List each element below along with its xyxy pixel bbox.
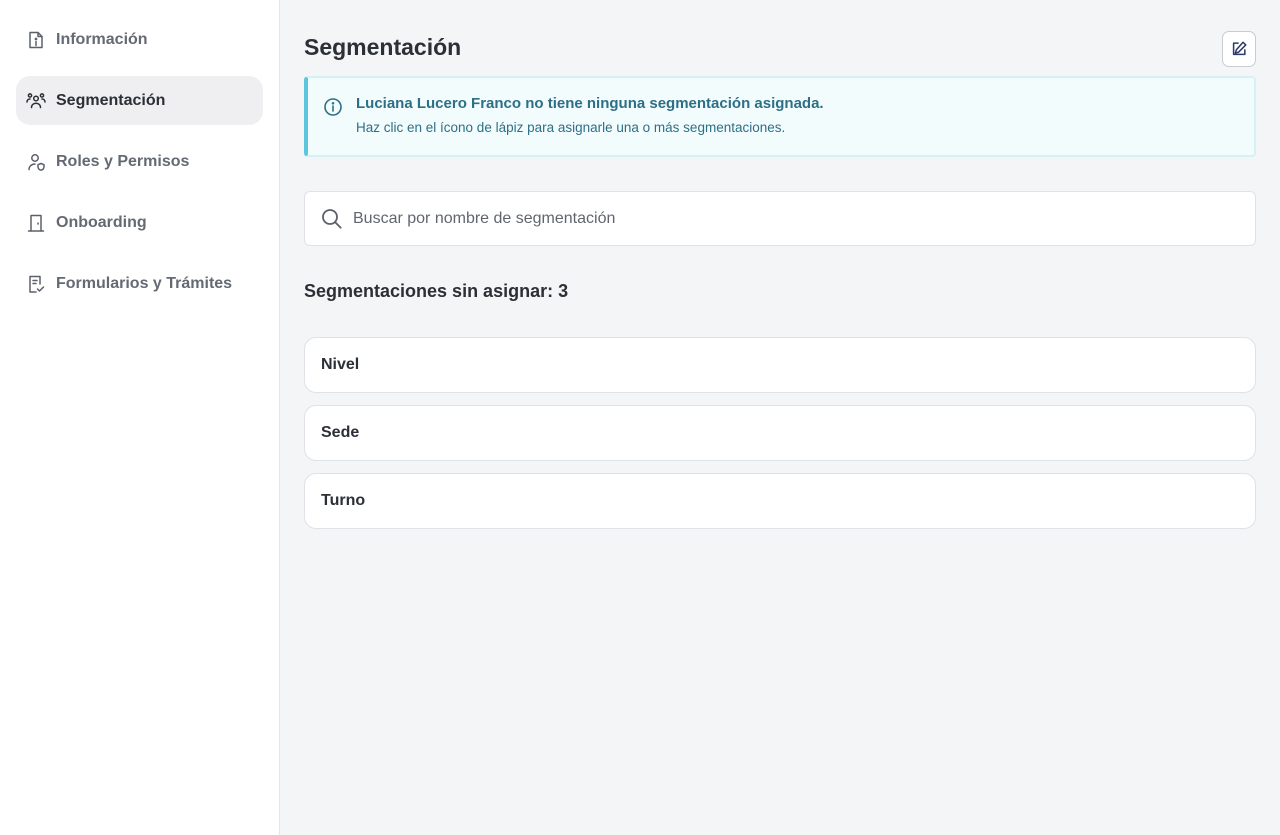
user-shield-icon xyxy=(26,152,46,172)
clipboard-check-icon xyxy=(26,274,46,294)
sidebar-item-label: Segmentación xyxy=(56,91,166,109)
door-icon xyxy=(26,213,46,233)
alert-title: Luciana Lucero Franco no tiene ninguna s… xyxy=(356,95,824,112)
segment-label: Turno xyxy=(321,492,366,509)
document-info-icon xyxy=(26,30,46,50)
sidebar-item-onboarding[interactable]: Onboarding xyxy=(16,198,263,247)
sidebar-item-roles-permisos[interactable]: Roles y Permisos xyxy=(16,137,263,186)
search-box xyxy=(304,191,1256,246)
page-header: Segmentación xyxy=(304,0,1256,76)
edit-button[interactable] xyxy=(1222,31,1256,67)
users-group-icon xyxy=(26,91,46,111)
search-icon xyxy=(321,208,343,230)
sidebar: Información Segmentación Roles y Permiso… xyxy=(0,0,280,835)
unassigned-count-title: Segmentaciones sin asignar: 3 xyxy=(304,281,569,301)
sidebar-item-informacion[interactable]: Información xyxy=(16,15,263,64)
sidebar-item-label: Onboarding xyxy=(56,213,147,231)
page-title: Segmentación xyxy=(304,34,462,60)
info-circle-icon xyxy=(323,97,343,117)
segment-item-nivel[interactable]: Nivel xyxy=(304,337,1256,393)
sidebar-item-label: Formularios y Trámites xyxy=(56,274,233,292)
segment-item-turno[interactable]: Turno xyxy=(304,473,1256,529)
sidebar-item-label: Roles y Permisos xyxy=(56,152,190,170)
segment-list: Nivel Sede Turno xyxy=(304,337,1256,529)
sidebar-item-label: Información xyxy=(56,30,148,48)
sidebar-item-segmentacion[interactable]: Segmentación xyxy=(16,76,263,125)
main-content: Segmentación Luciana Lucero Franco no ti… xyxy=(304,0,1256,541)
segment-label: Sede xyxy=(321,424,360,441)
alert-text: Haz clic en el ícono de lápiz para asign… xyxy=(356,120,786,135)
segment-label: Nivel xyxy=(321,356,360,373)
pencil-square-icon xyxy=(1230,40,1248,58)
search-input[interactable] xyxy=(353,209,1241,228)
segment-item-sede[interactable]: Sede xyxy=(304,405,1256,461)
sidebar-item-formularios-tramites[interactable]: Formularios y Trámites xyxy=(16,259,263,308)
info-alert: Luciana Lucero Franco no tiene ninguna s… xyxy=(304,76,1256,157)
